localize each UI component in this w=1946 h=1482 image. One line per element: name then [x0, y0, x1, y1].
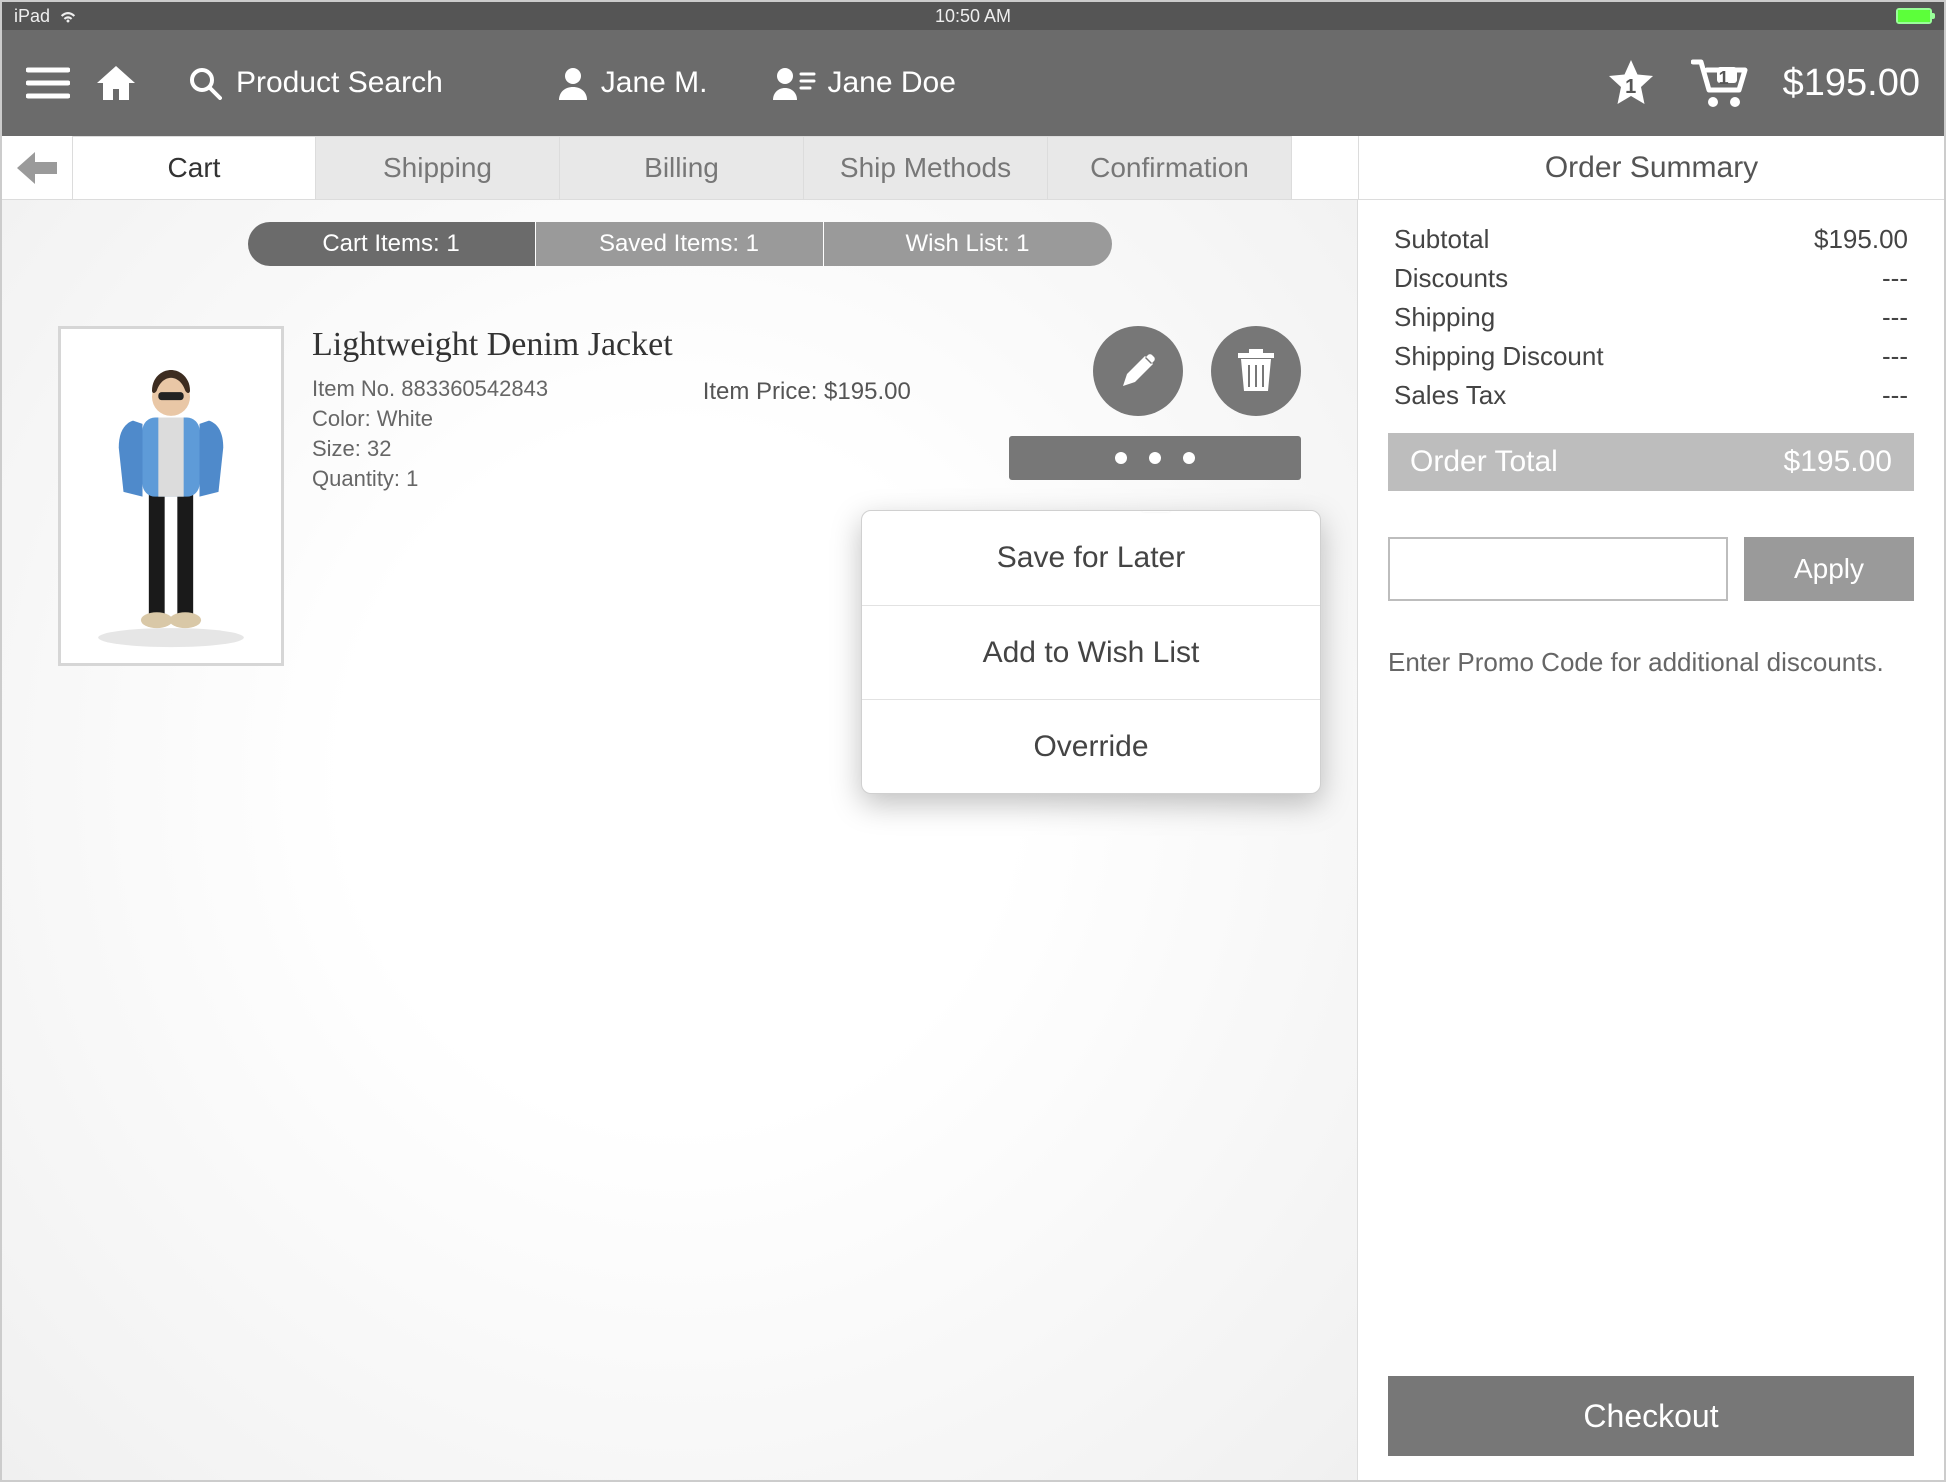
tab-billing[interactable]: Billing [560, 136, 804, 199]
summary-label: Shipping Discount [1394, 341, 1604, 372]
checkout-phases: Cart Shipping Billing Ship Methods Confi… [2, 136, 1944, 200]
summary-row: Discounts --- [1388, 259, 1914, 298]
summary-label: Sales Tax [1394, 380, 1506, 411]
tab-cart-label: Cart [168, 152, 221, 184]
item-size: Size: 32 [312, 436, 673, 462]
line-item: Lightweight Denim Jacket Item No. 883360… [2, 326, 1357, 666]
menu-icon[interactable] [26, 66, 70, 100]
item-quantity: Quantity: 1 [312, 466, 673, 492]
summary-value: --- [1882, 380, 1908, 411]
star-icon[interactable]: 1 [1605, 58, 1657, 108]
summary-label: Shipping [1394, 302, 1495, 333]
tab-shipmethods-label: Ship Methods [840, 152, 1011, 184]
dot-icon [1149, 452, 1161, 464]
battery-icon [1896, 8, 1932, 24]
customer-chip[interactable]: Jane Doe [772, 66, 956, 100]
summary-row: Shipping --- [1388, 298, 1914, 337]
cart-amount: $195.00 [1783, 62, 1920, 105]
apply-button-label: Apply [1794, 553, 1864, 585]
menu-add-to-wish-list-label: Add to Wish List [983, 636, 1200, 670]
tab-cart[interactable]: Cart [72, 136, 316, 199]
item-number: Item No. 883360542843 [312, 376, 673, 402]
star-badge: 1 [1605, 76, 1657, 99]
summary-label: Discounts [1394, 263, 1508, 294]
order-total-bar: Order Total $195.00 [1388, 433, 1914, 491]
pill-cart-items[interactable]: Cart Items: 1 [248, 222, 536, 266]
tab-confirmation[interactable]: Confirmation [1048, 136, 1292, 199]
summary-value: $195.00 [1814, 224, 1908, 255]
customer-name: Jane Doe [828, 66, 956, 100]
delete-button[interactable] [1211, 326, 1301, 416]
associate-name: Jane M. [601, 66, 708, 100]
product-search[interactable]: Product Search [188, 66, 443, 100]
more-actions-menu: Save for Later Add to Wish List Override [861, 510, 1321, 794]
summary-row: Sales Tax --- [1388, 376, 1914, 415]
customer-icon [772, 66, 816, 100]
menu-save-for-later-label: Save for Later [997, 541, 1185, 575]
wifi-icon [58, 9, 78, 23]
device-label: iPad [14, 6, 50, 27]
cart-icon[interactable]: 1 [1691, 58, 1749, 108]
pill-wish-list[interactable]: Wish List: 1 [824, 222, 1112, 266]
summary-label: Subtotal [1394, 224, 1489, 255]
person-icon [557, 66, 589, 100]
summary-value: --- [1882, 263, 1908, 294]
trash-icon [1237, 349, 1275, 393]
order-total-value: $195.00 [1784, 445, 1892, 479]
summary-heading: Order Summary [1358, 136, 1944, 199]
checkout-button-label: Checkout [1583, 1398, 1718, 1435]
item-price: Item Price: $195.00 [703, 378, 911, 406]
product-thumbnail[interactable] [58, 326, 284, 666]
pill-saved-items[interactable]: Saved Items: 1 [536, 222, 824, 266]
associate-chip[interactable]: Jane M. [557, 66, 708, 100]
dot-icon [1115, 452, 1127, 464]
pill-saved-items-label: Saved Items: 1 [599, 230, 759, 258]
more-actions-button[interactable] [1009, 436, 1301, 480]
tab-billing-label: Billing [644, 152, 719, 184]
dot-icon [1183, 452, 1195, 464]
tab-confirmation-label: Confirmation [1090, 152, 1249, 184]
home-icon[interactable] [94, 63, 138, 103]
cart-badge: 1 [1719, 68, 1729, 89]
tab-shipping[interactable]: Shipping [316, 136, 560, 199]
menu-save-for-later[interactable]: Save for Later [862, 511, 1320, 605]
summary-value: --- [1882, 341, 1908, 372]
menu-override-label: Override [1033, 730, 1148, 764]
summary-row: Subtotal $195.00 [1388, 220, 1914, 259]
search-placeholder: Product Search [236, 66, 443, 100]
summary-value: --- [1882, 302, 1908, 333]
item-color: Color: White [312, 406, 673, 432]
app-toolbar: Product Search Jane M. Jane Doe 1 1 $195… [2, 30, 1944, 136]
tab-ship-methods[interactable]: Ship Methods [804, 136, 1048, 199]
menu-override[interactable]: Override [862, 699, 1320, 793]
item-title: Lightweight Denim Jacket [312, 326, 673, 364]
order-total-label: Order Total [1410, 445, 1558, 479]
pencil-icon [1117, 350, 1159, 392]
pill-cart-items-label: Cart Items: 1 [322, 230, 459, 258]
apply-button[interactable]: Apply [1744, 537, 1914, 601]
tab-shipping-label: Shipping [383, 152, 492, 184]
search-icon [188, 66, 222, 100]
checkout-button[interactable]: Checkout [1388, 1376, 1914, 1456]
clock: 10:50 AM [935, 6, 1011, 27]
cart-panel: Cart Items: 1 Saved Items: 1 Wish List: … [2, 200, 1358, 1480]
ios-status-bar: iPad 10:50 AM [2, 2, 1944, 30]
menu-add-to-wish-list[interactable]: Add to Wish List [862, 605, 1320, 699]
pill-wish-list-label: Wish List: 1 [905, 230, 1029, 258]
promo-hint: Enter Promo Code for additional discount… [1388, 647, 1914, 678]
edit-button[interactable] [1093, 326, 1183, 416]
summary-row: Shipping Discount --- [1388, 337, 1914, 376]
back-arrow-icon[interactable] [2, 136, 72, 199]
promo-code-input[interactable] [1388, 537, 1728, 601]
order-summary-panel: Subtotal $195.00 Discounts --- Shipping ---… [1358, 200, 1944, 1480]
